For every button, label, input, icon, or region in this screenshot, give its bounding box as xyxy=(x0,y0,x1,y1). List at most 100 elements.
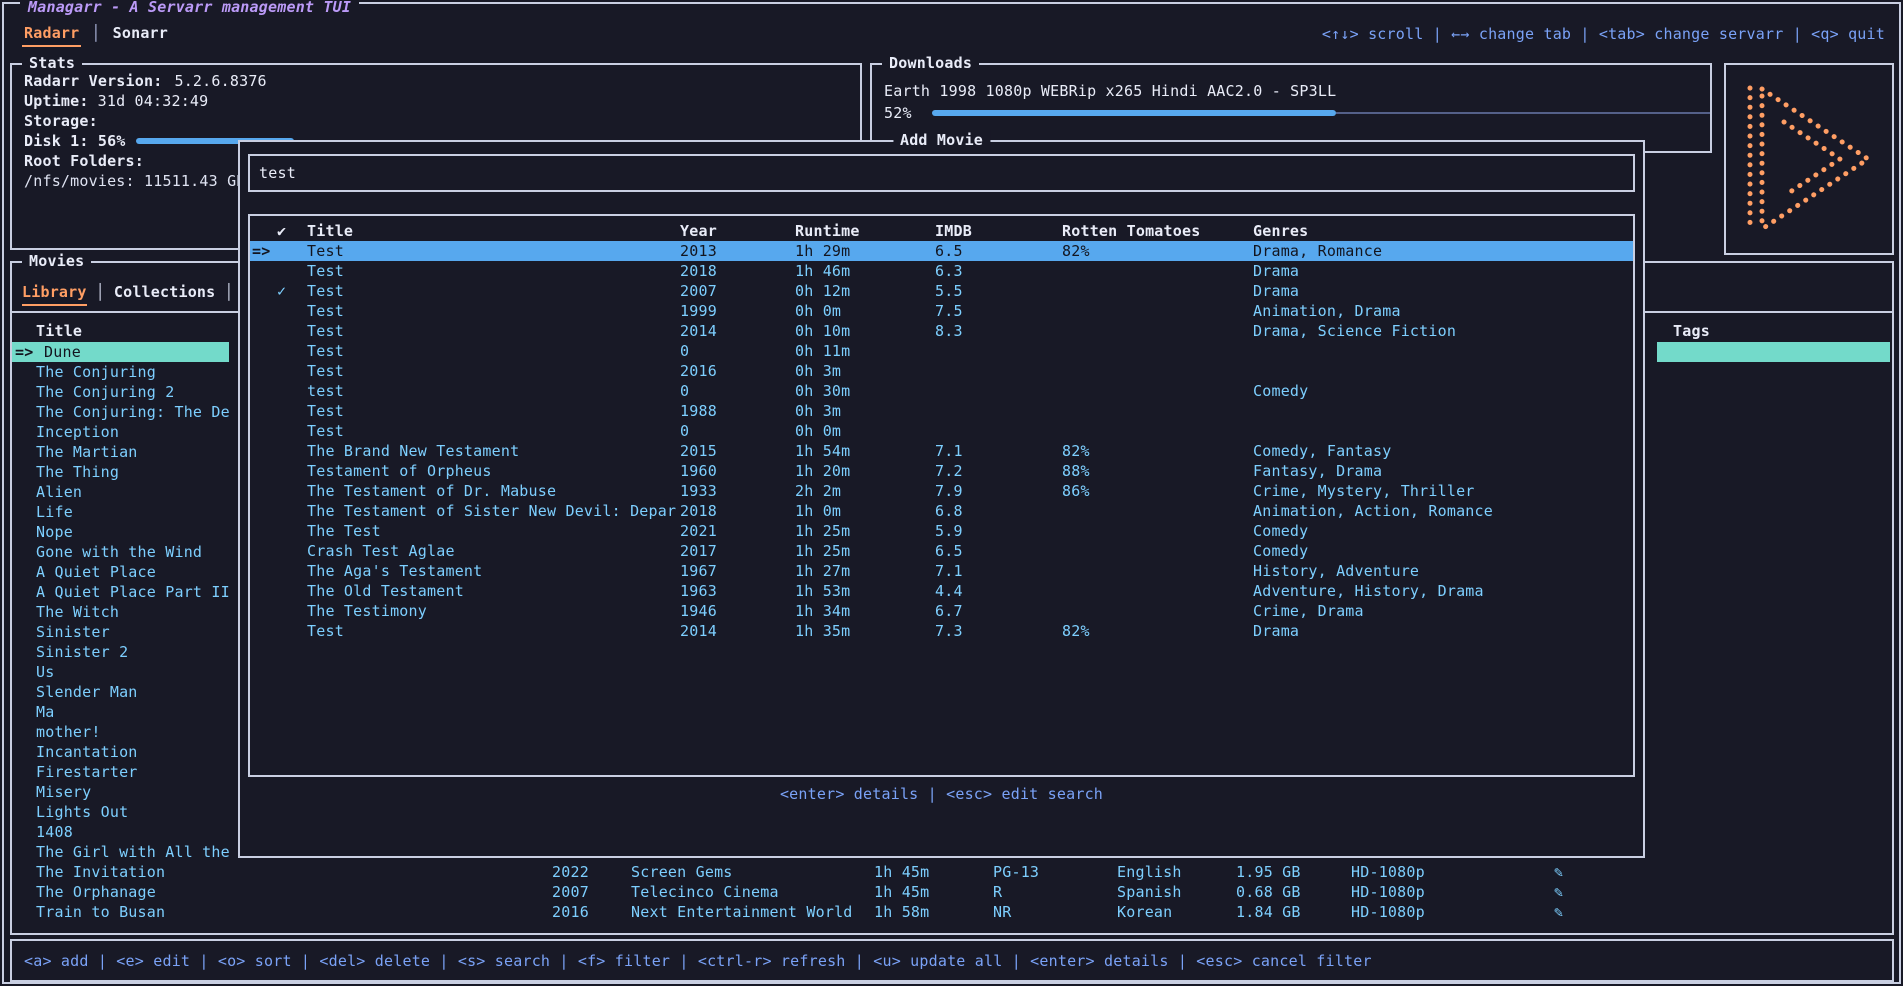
movie-title: mother! xyxy=(36,722,101,742)
result-imdb-rating: 7.9 xyxy=(935,481,963,501)
result-row[interactable]: Test 1999 0h 0m 7.5 Animation, Drama xyxy=(250,301,1633,321)
tab-radarr[interactable]: Radarr xyxy=(22,22,81,47)
result-year: 1960 xyxy=(680,461,717,481)
selection-marker: => xyxy=(15,342,33,362)
uptime-line: Uptime: 31d 04:32:49 xyxy=(24,91,860,111)
result-title: Test xyxy=(307,401,344,421)
result-year: 1933 xyxy=(680,481,717,501)
result-row[interactable]: Test 0 0h 11m xyxy=(250,341,1633,361)
movie-row[interactable]: The Orphanage 2007 Telecinco Cinema 1h 4… xyxy=(12,882,1892,902)
result-year: 2014 xyxy=(680,321,717,341)
movie-row[interactable]: Train to Busan 2016 Next Entertainment W… xyxy=(12,902,1892,922)
results-column-imdb: IMDB xyxy=(935,221,972,241)
result-title: Test xyxy=(307,301,344,321)
result-year: 0 xyxy=(680,381,689,401)
movie-language: English xyxy=(1117,862,1182,882)
result-genres: Animation, Drama xyxy=(1253,301,1401,321)
movie-runtime: 1h 45m xyxy=(874,862,929,882)
result-year: 1963 xyxy=(680,581,717,601)
result-title: Test xyxy=(307,341,344,361)
result-year: 2018 xyxy=(680,261,717,281)
tab-collections[interactable]: Collections xyxy=(114,281,216,304)
result-row[interactable]: The Aga's Testament 1967 1h 27m 7.1 Hist… xyxy=(250,561,1633,581)
result-row[interactable]: The Brand New Testament 2015 1h 54m 7.1 … xyxy=(250,441,1633,461)
result-row[interactable]: Test 2014 0h 10m 8.3 Drama, Science Fict… xyxy=(250,321,1633,341)
result-row[interactable]: Test 0 0h 0m xyxy=(250,421,1633,441)
result-imdb-rating: 7.5 xyxy=(935,301,963,321)
storage-line: Storage: xyxy=(24,111,860,131)
result-imdb-rating: 6.3 xyxy=(935,261,963,281)
servarr-tabs: Radarr│Sonarr xyxy=(22,22,170,46)
movie-language: Korean xyxy=(1117,902,1172,922)
movie-certification: PG-13 xyxy=(993,862,1039,882)
results-column-year: Year xyxy=(680,221,717,241)
result-runtime: 1h 0m xyxy=(795,501,841,521)
result-row[interactable]: The Testament of Sister New Devil: Depar… xyxy=(250,501,1633,521)
result-title: test xyxy=(307,381,344,401)
movie-title: Sinister xyxy=(36,622,110,642)
add-movie-search-input[interactable] xyxy=(250,156,1633,190)
uptime-value: 31d 04:32:49 xyxy=(98,91,209,111)
result-row[interactable]: Crash Test Aglae 2017 1h 25m 6.5 Comedy xyxy=(250,541,1633,561)
result-imdb-rating: 8.3 xyxy=(935,321,963,341)
result-genres: Drama, Romance xyxy=(1253,241,1382,261)
results-column-rotten-tomatoes: Rotten Tomatoes xyxy=(1062,221,1200,241)
result-imdb-rating: 6.5 xyxy=(935,541,963,561)
logo-panel xyxy=(1724,63,1894,255)
result-row[interactable]: Test 2016 0h 3m xyxy=(250,361,1633,381)
result-row[interactable]: ✓ Test 2007 0h 12m 5.5 Drama xyxy=(250,281,1633,301)
results-column-runtime: Runtime xyxy=(795,221,860,241)
movie-title: Life xyxy=(36,502,73,522)
result-year: 2013 xyxy=(680,241,717,261)
result-runtime: 0h 30m xyxy=(795,381,850,401)
result-year: 0 xyxy=(680,421,689,441)
result-row[interactable]: The Old Testament 1963 1h 53m 4.4 Advent… xyxy=(250,581,1633,601)
result-imdb-rating: 7.3 xyxy=(935,621,963,641)
movie-title: The Conjuring 2 xyxy=(36,382,174,402)
result-title: Test xyxy=(307,621,344,641)
movie-runtime: 1h 58m xyxy=(874,902,929,922)
result-title: Test xyxy=(307,241,344,261)
movie-studio: Next Entertainment World xyxy=(631,902,853,922)
result-title: Test xyxy=(307,281,344,301)
edit-icon: ✎ xyxy=(1554,902,1563,922)
tab-library[interactable]: Library xyxy=(22,281,87,306)
result-genres: Adventure, History, Drama xyxy=(1253,581,1484,601)
result-imdb-rating: 6.7 xyxy=(935,601,963,621)
result-title: The Testimony xyxy=(307,601,427,621)
result-row[interactable]: The Test 2021 1h 25m 5.9 Comedy xyxy=(250,521,1633,541)
result-runtime: 1h 54m xyxy=(795,441,850,461)
tab-sonarr[interactable]: Sonarr xyxy=(111,22,170,45)
root-folder-value: /nfs/movies: 11511.43 GB xyxy=(24,171,246,191)
result-imdb-rating: 4.4 xyxy=(935,581,963,601)
result-imdb-rating: 6.5 xyxy=(935,241,963,261)
result-row[interactable]: The Testimony 1946 1h 34m 6.7 Crime, Dra… xyxy=(250,601,1633,621)
result-runtime: 1h 20m xyxy=(795,461,850,481)
result-row[interactable]: Test 1988 0h 3m xyxy=(250,401,1633,421)
result-genres: Comedy xyxy=(1253,381,1308,401)
result-runtime: 1h 34m xyxy=(795,601,850,621)
result-genres: History, Adventure xyxy=(1253,561,1419,581)
result-imdb-rating: 7.1 xyxy=(935,441,963,461)
uptime-label: Uptime: xyxy=(24,91,89,111)
result-row[interactable]: => Test 2013 1h 29m 6.5 82% Drama, Roman… xyxy=(250,241,1633,261)
movie-title: The Orphanage xyxy=(36,882,156,902)
movie-title: Alien xyxy=(36,482,82,502)
result-row[interactable]: Testament of Orpheus 1960 1h 20m 7.2 88%… xyxy=(250,461,1633,481)
result-row[interactable]: Test 2014 1h 35m 7.3 82% Drama xyxy=(250,621,1633,641)
result-row[interactable]: Test 2018 1h 46m 6.3 Drama xyxy=(250,261,1633,281)
result-title: The Testament of Sister New Devil: Depar xyxy=(307,501,676,521)
movie-year: 2007 xyxy=(552,882,589,902)
result-year: 1946 xyxy=(680,601,717,621)
result-row[interactable]: The Testament of Dr. Mabuse 1933 2h 2m 7… xyxy=(250,481,1633,501)
movie-row[interactable]: The Invitation 2022 Screen Gems 1h 45m P… xyxy=(12,862,1892,882)
results-header-row: ✔ Title Year Runtime IMDB Rotten Tomatoe… xyxy=(250,221,1633,241)
movie-title: Nope xyxy=(36,522,73,542)
movie-title: The Invitation xyxy=(36,862,165,882)
movie-quality: HD-1080p xyxy=(1351,902,1425,922)
result-genres: Crime, Drama xyxy=(1253,601,1364,621)
result-row[interactable]: test 0 0h 30m Comedy xyxy=(250,381,1633,401)
movie-title: The Thing xyxy=(36,462,119,482)
version-value: 5.2.6.8376 xyxy=(174,71,266,91)
result-imdb-rating: 7.2 xyxy=(935,461,963,481)
